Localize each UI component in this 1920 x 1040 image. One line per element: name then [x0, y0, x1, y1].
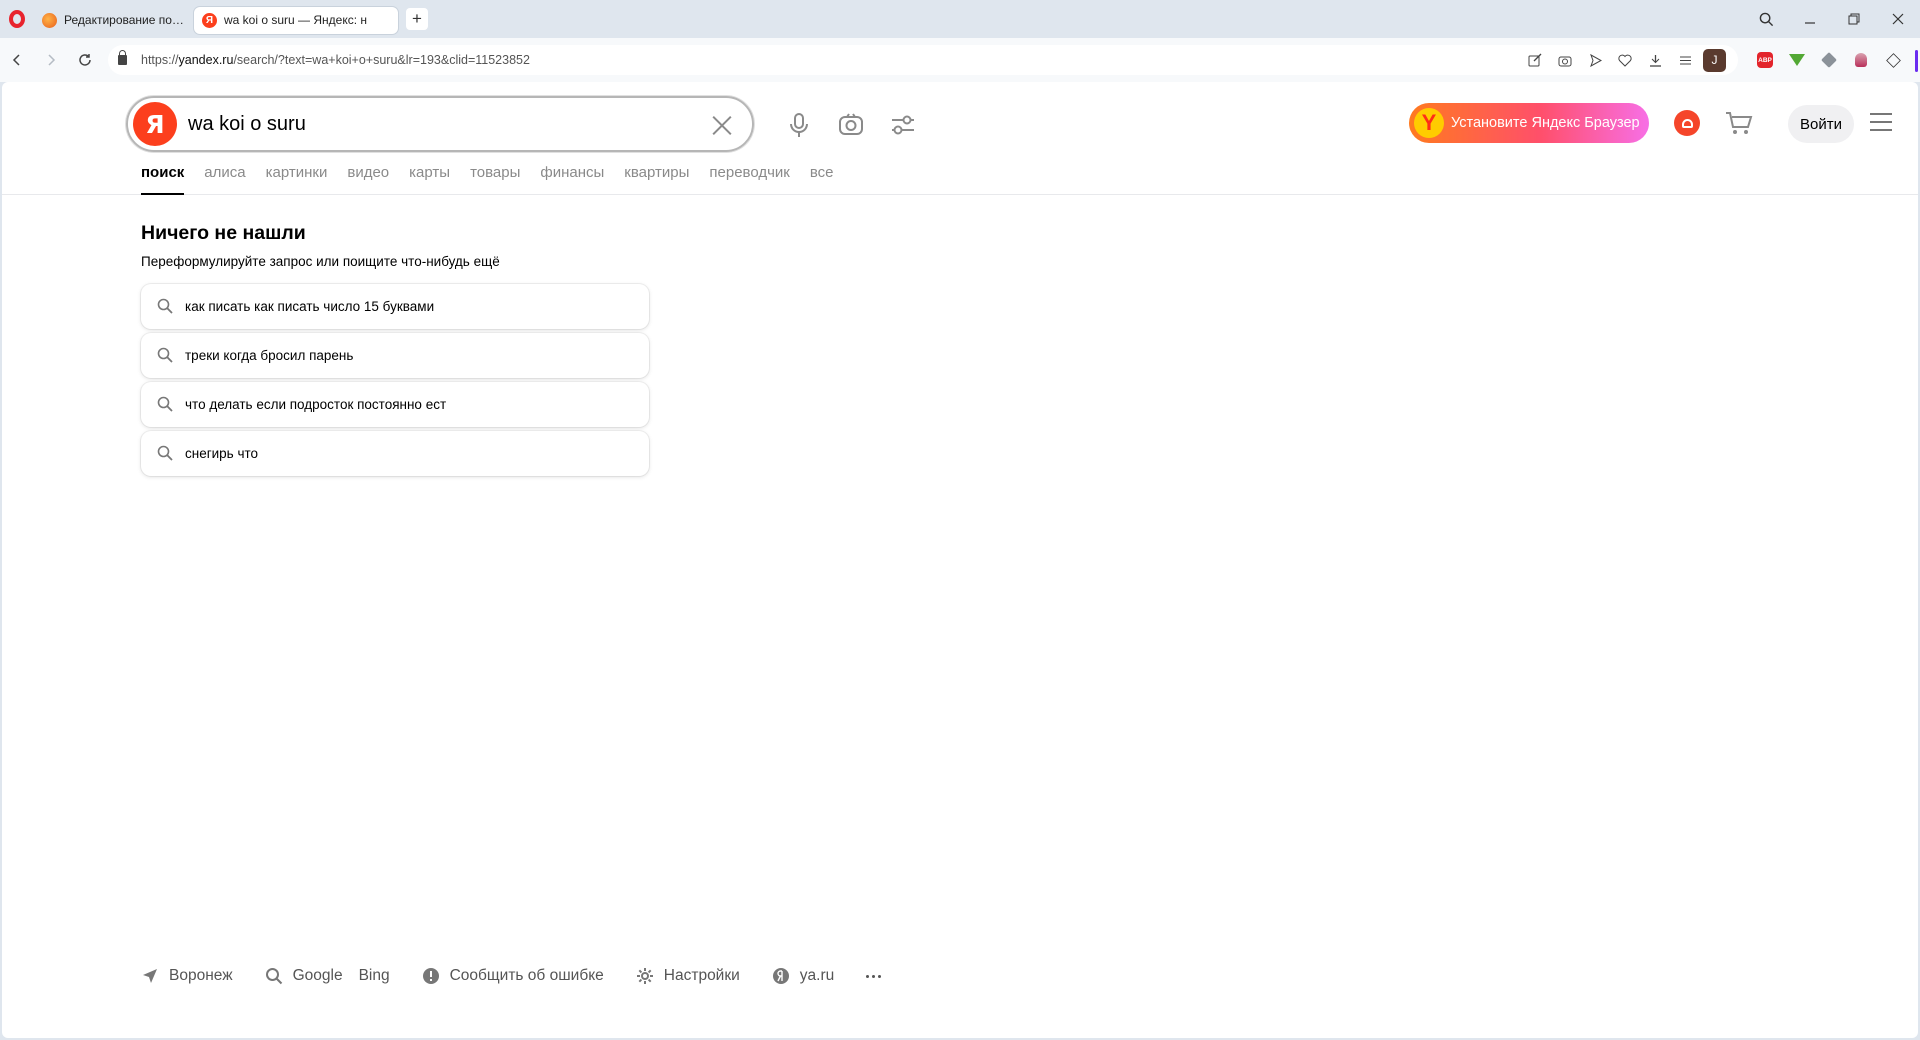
browser-toolbar: https://yandex.ru/search/?text=wa+koi+o+…: [0, 38, 1920, 82]
no-results-subtitle: Переформулируйте запрос или поищите что-…: [141, 254, 500, 269]
footer-yaru-label: ya.ru: [799, 967, 835, 984]
suggestion-text: что делать если подросток постоянно ест: [185, 397, 447, 412]
microphone-icon[interactable]: [784, 110, 814, 140]
downloader-extension-icon[interactable]: [1784, 47, 1810, 73]
image-search-icon[interactable]: [836, 110, 866, 140]
browser-tab[interactable]: Редактирование поста: [34, 7, 194, 34]
tab-alice[interactable]: алиса: [204, 164, 245, 195]
minimize-button[interactable]: [1788, 0, 1832, 38]
forward-button[interactable]: [34, 43, 68, 77]
page-footer: Воронеж Google Bing Сообщить об ошибке Н…: [141, 967, 884, 985]
cube-extension-icon[interactable]: [1816, 47, 1842, 73]
tab-goods[interactable]: товары: [470, 164, 520, 195]
profile-avatar[interactable]: J: [1703, 48, 1726, 72]
footer-region-label: Воронеж: [169, 967, 233, 984]
yandex-browser-icon: Y: [1414, 108, 1444, 138]
menu-icon[interactable]: [1870, 113, 1892, 131]
cart-icon[interactable]: [1724, 108, 1754, 138]
yandex-search-page: Я Y Установите Яндекс Браузер Войти поис…: [2, 82, 1918, 1038]
suggestion-text: снегирь что: [185, 446, 259, 461]
gear-icon: [636, 968, 653, 984]
suggestion-item[interactable]: что делать если подросток постоянно ест: [141, 382, 649, 427]
extensions-box-icon[interactable]: [1880, 47, 1906, 73]
login-button[interactable]: Войти: [1788, 105, 1854, 143]
close-window-button[interactable]: [1876, 0, 1920, 38]
back-button[interactable]: [0, 43, 34, 77]
suggestion-item[interactable]: треки когда бросил парень: [141, 333, 649, 378]
reload-button[interactable]: [68, 43, 102, 77]
location-arrow-icon: [143, 969, 157, 983]
easy-setup-icon[interactable]: [1673, 48, 1697, 72]
sidebar-indicator: [1915, 50, 1918, 72]
yandex-favicon-icon: Я: [202, 12, 217, 28]
install-browser-label: Установите Яндекс Браузер: [1451, 115, 1640, 131]
heart-icon[interactable]: [1613, 48, 1637, 72]
footer-google-label: Google: [292, 967, 343, 984]
search-header: Я Y Установите Яндекс Браузер Войти поис…: [2, 82, 1918, 195]
yandex-small-logo-icon: [772, 968, 789, 984]
suggestion-item[interactable]: как писать как писать число 15 буквами: [141, 284, 649, 329]
install-browser-button[interactable]: Y Установите Яндекс Браузер: [1409, 103, 1649, 143]
search-input[interactable]: [188, 111, 668, 137]
browser-tab-active[interactable]: Я wa koi o suru — Яндекс: н: [194, 6, 398, 34]
footer-settings-label: Настройки: [663, 967, 740, 984]
url-prefix: https://: [141, 53, 179, 67]
url-host: yandex.ru: [178, 53, 234, 67]
exclamation-icon: [422, 968, 439, 984]
browser-tabstrip: Редактирование поста Я wa koi o suru — Я…: [0, 0, 1920, 38]
footer-google-link[interactable]: Google: [265, 967, 343, 985]
url-path: /search/?text=wa+koi+o+suru&lr=193&clid=…: [233, 53, 530, 67]
tab-images[interactable]: картинки: [266, 164, 328, 195]
user-extension-icon[interactable]: [1848, 47, 1874, 73]
no-results-block: Ничего не нашли Переформулируйте запрос …: [141, 222, 500, 269]
share-icon[interactable]: [1523, 48, 1547, 72]
send-icon[interactable]: [1583, 48, 1607, 72]
tab-finance[interactable]: финансы: [540, 164, 604, 195]
search-tabs: поиск алиса картинки видео карты товары …: [141, 164, 854, 195]
suggestion-list: как писать как писать число 15 буквами т…: [141, 284, 649, 480]
lock-icon: [118, 50, 127, 65]
notifications-bell-icon[interactable]: [1674, 110, 1700, 136]
tab-translator[interactable]: переводчик: [709, 164, 789, 195]
search-icon: [157, 347, 175, 365]
clear-search-button[interactable]: [710, 113, 734, 137]
tab-title: Редактирование поста: [64, 13, 186, 27]
tab-video[interactable]: видео: [347, 164, 389, 195]
opera-menu-icon[interactable]: [0, 0, 34, 38]
tab-all[interactable]: все: [810, 164, 834, 195]
footer-report-label: Сообщить об ошибке: [449, 967, 604, 984]
restore-button[interactable]: [1832, 0, 1876, 38]
search-icon: [157, 396, 175, 414]
new-tab-button[interactable]: +: [406, 8, 428, 30]
footer-bing-link[interactable]: Bing: [359, 967, 390, 985]
tab-title: wa koi o suru — Яндекс: н: [224, 13, 368, 27]
snapshot-icon[interactable]: [1553, 48, 1577, 72]
suggestion-item[interactable]: снегирь что: [141, 431, 649, 476]
more-icon[interactable]: [866, 974, 884, 978]
search-form: Я: [126, 96, 754, 152]
address-field[interactable]: https://yandex.ru/search/?text=wa+koi+o+…: [108, 45, 1738, 75]
yandex-logo[interactable]: Я: [133, 102, 177, 146]
search-icon: [157, 298, 175, 316]
tab-apartments[interactable]: квартиры: [624, 164, 689, 195]
footer-region-link[interactable]: Воронеж: [141, 967, 233, 985]
no-results-title: Ничего не нашли: [141, 222, 306, 244]
search-icon: [157, 445, 175, 463]
suggestion-text: как писать как писать число 15 буквами: [185, 299, 435, 314]
download-icon[interactable]: [1643, 48, 1667, 72]
pikabu-favicon-icon: [42, 12, 57, 28]
tab-search-icon[interactable]: [1744, 0, 1788, 38]
footer-report-link[interactable]: Сообщить об ошибке: [422, 967, 604, 985]
footer-yaru-link[interactable]: ya.ru: [772, 967, 834, 985]
footer-bing-label: Bing: [358, 967, 390, 984]
footer-settings-link[interactable]: Настройки: [636, 967, 740, 985]
search-icon: [265, 968, 282, 985]
tab-maps[interactable]: карты: [409, 164, 450, 195]
tab-search[interactable]: поиск: [141, 164, 185, 195]
adblock-extension-icon[interactable]: ABP: [1752, 47, 1778, 73]
adblock-label: ABP: [1757, 52, 1773, 68]
filters-icon[interactable]: [888, 110, 918, 140]
suggestion-text: треки когда бросил парень: [185, 348, 354, 363]
